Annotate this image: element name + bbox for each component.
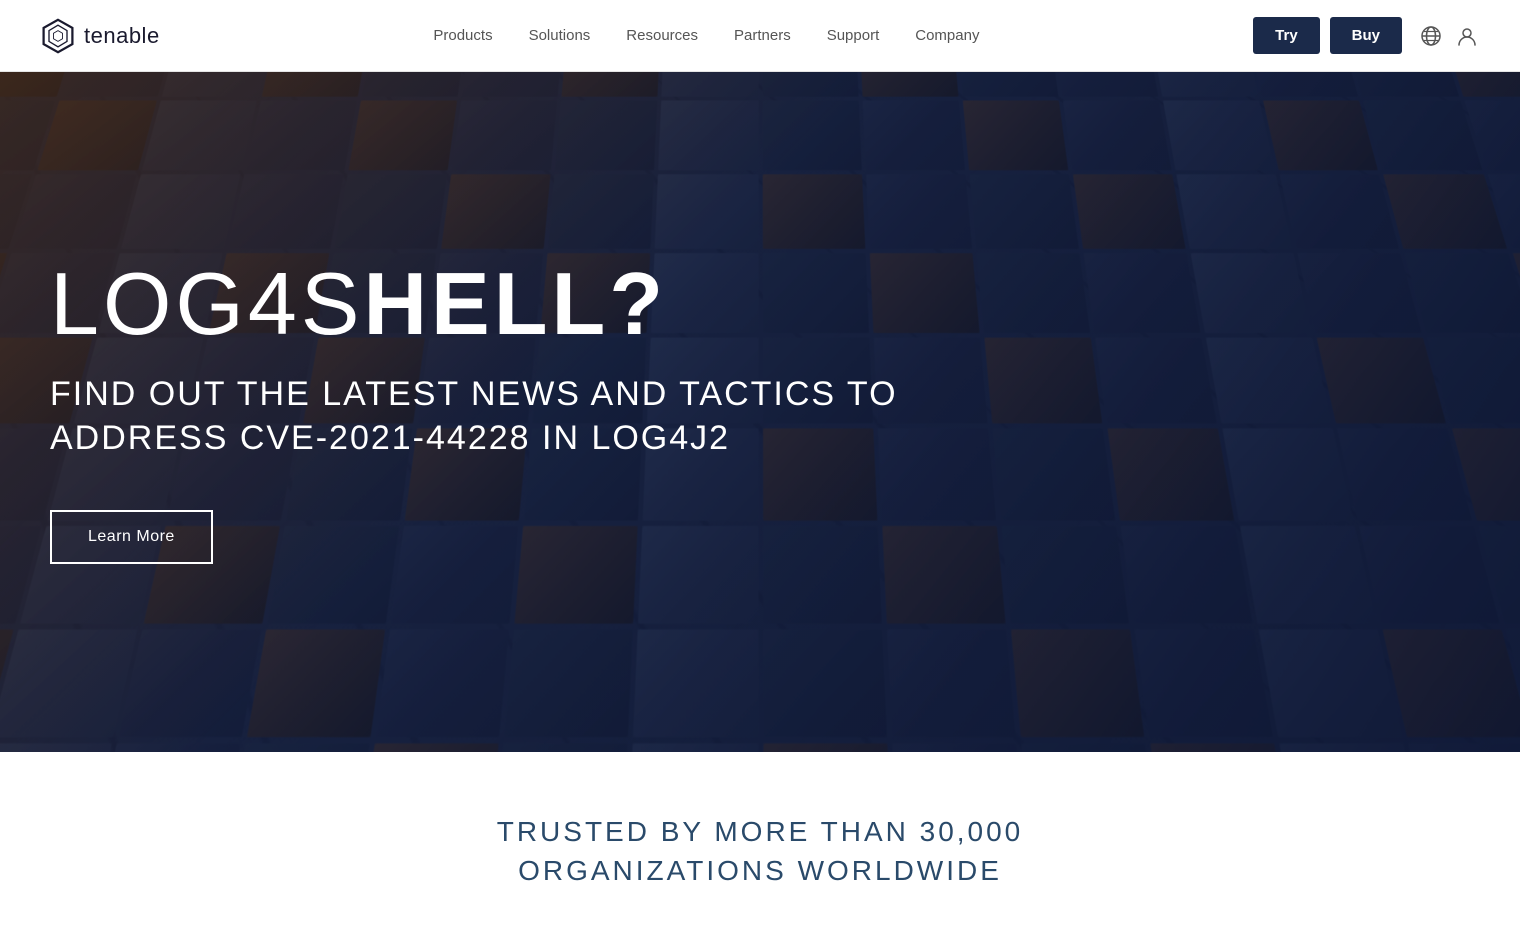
hero-title-part2: HELL? xyxy=(363,254,667,353)
hero-title-part1: LOG4S xyxy=(50,254,363,353)
buy-button[interactable]: Buy xyxy=(1330,17,1402,54)
hero-title: LOG4SHELL? xyxy=(50,260,1470,348)
trust-title: TRUSTED BY MORE THAN 30,000 ORGANIZATION… xyxy=(40,812,1480,890)
trust-section: TRUSTED BY MORE THAN 30,000 ORGANIZATION… xyxy=(0,752,1520,950)
user-icon[interactable] xyxy=(1454,23,1480,49)
hero-subtitle: FIND OUT THE LATEST NEWS AND TACTICS TO … xyxy=(50,372,950,460)
nav-company[interactable]: Company xyxy=(915,27,979,44)
nav-products[interactable]: Products xyxy=(433,27,492,44)
logo-link[interactable]: tenable xyxy=(40,18,160,54)
logo-text: tenable xyxy=(84,23,160,49)
trust-line1: TRUSTED BY MORE THAN 30,000 xyxy=(497,816,1024,847)
main-nav: Products Solutions Resources Partners Su… xyxy=(433,27,979,44)
hero-section: LOG4SHELL? FIND OUT THE LATEST NEWS AND … xyxy=(0,72,1520,752)
site-header: tenable Products Solutions Resources Par… xyxy=(0,0,1520,72)
nav-resources[interactable]: Resources xyxy=(626,27,698,44)
hero-content: LOG4SHELL? FIND OUT THE LATEST NEWS AND … xyxy=(0,72,1520,752)
globe-icon[interactable] xyxy=(1418,23,1444,49)
nav-support[interactable]: Support xyxy=(827,27,880,44)
nav-solutions[interactable]: Solutions xyxy=(529,27,591,44)
header-actions: Try Buy xyxy=(1253,17,1480,54)
learn-more-button[interactable]: Learn More xyxy=(50,510,213,564)
try-button[interactable]: Try xyxy=(1253,17,1320,54)
trust-line2: ORGANIZATIONS WORLDWIDE xyxy=(518,855,1002,886)
nav-partners[interactable]: Partners xyxy=(734,27,791,44)
logo-icon xyxy=(40,18,76,54)
